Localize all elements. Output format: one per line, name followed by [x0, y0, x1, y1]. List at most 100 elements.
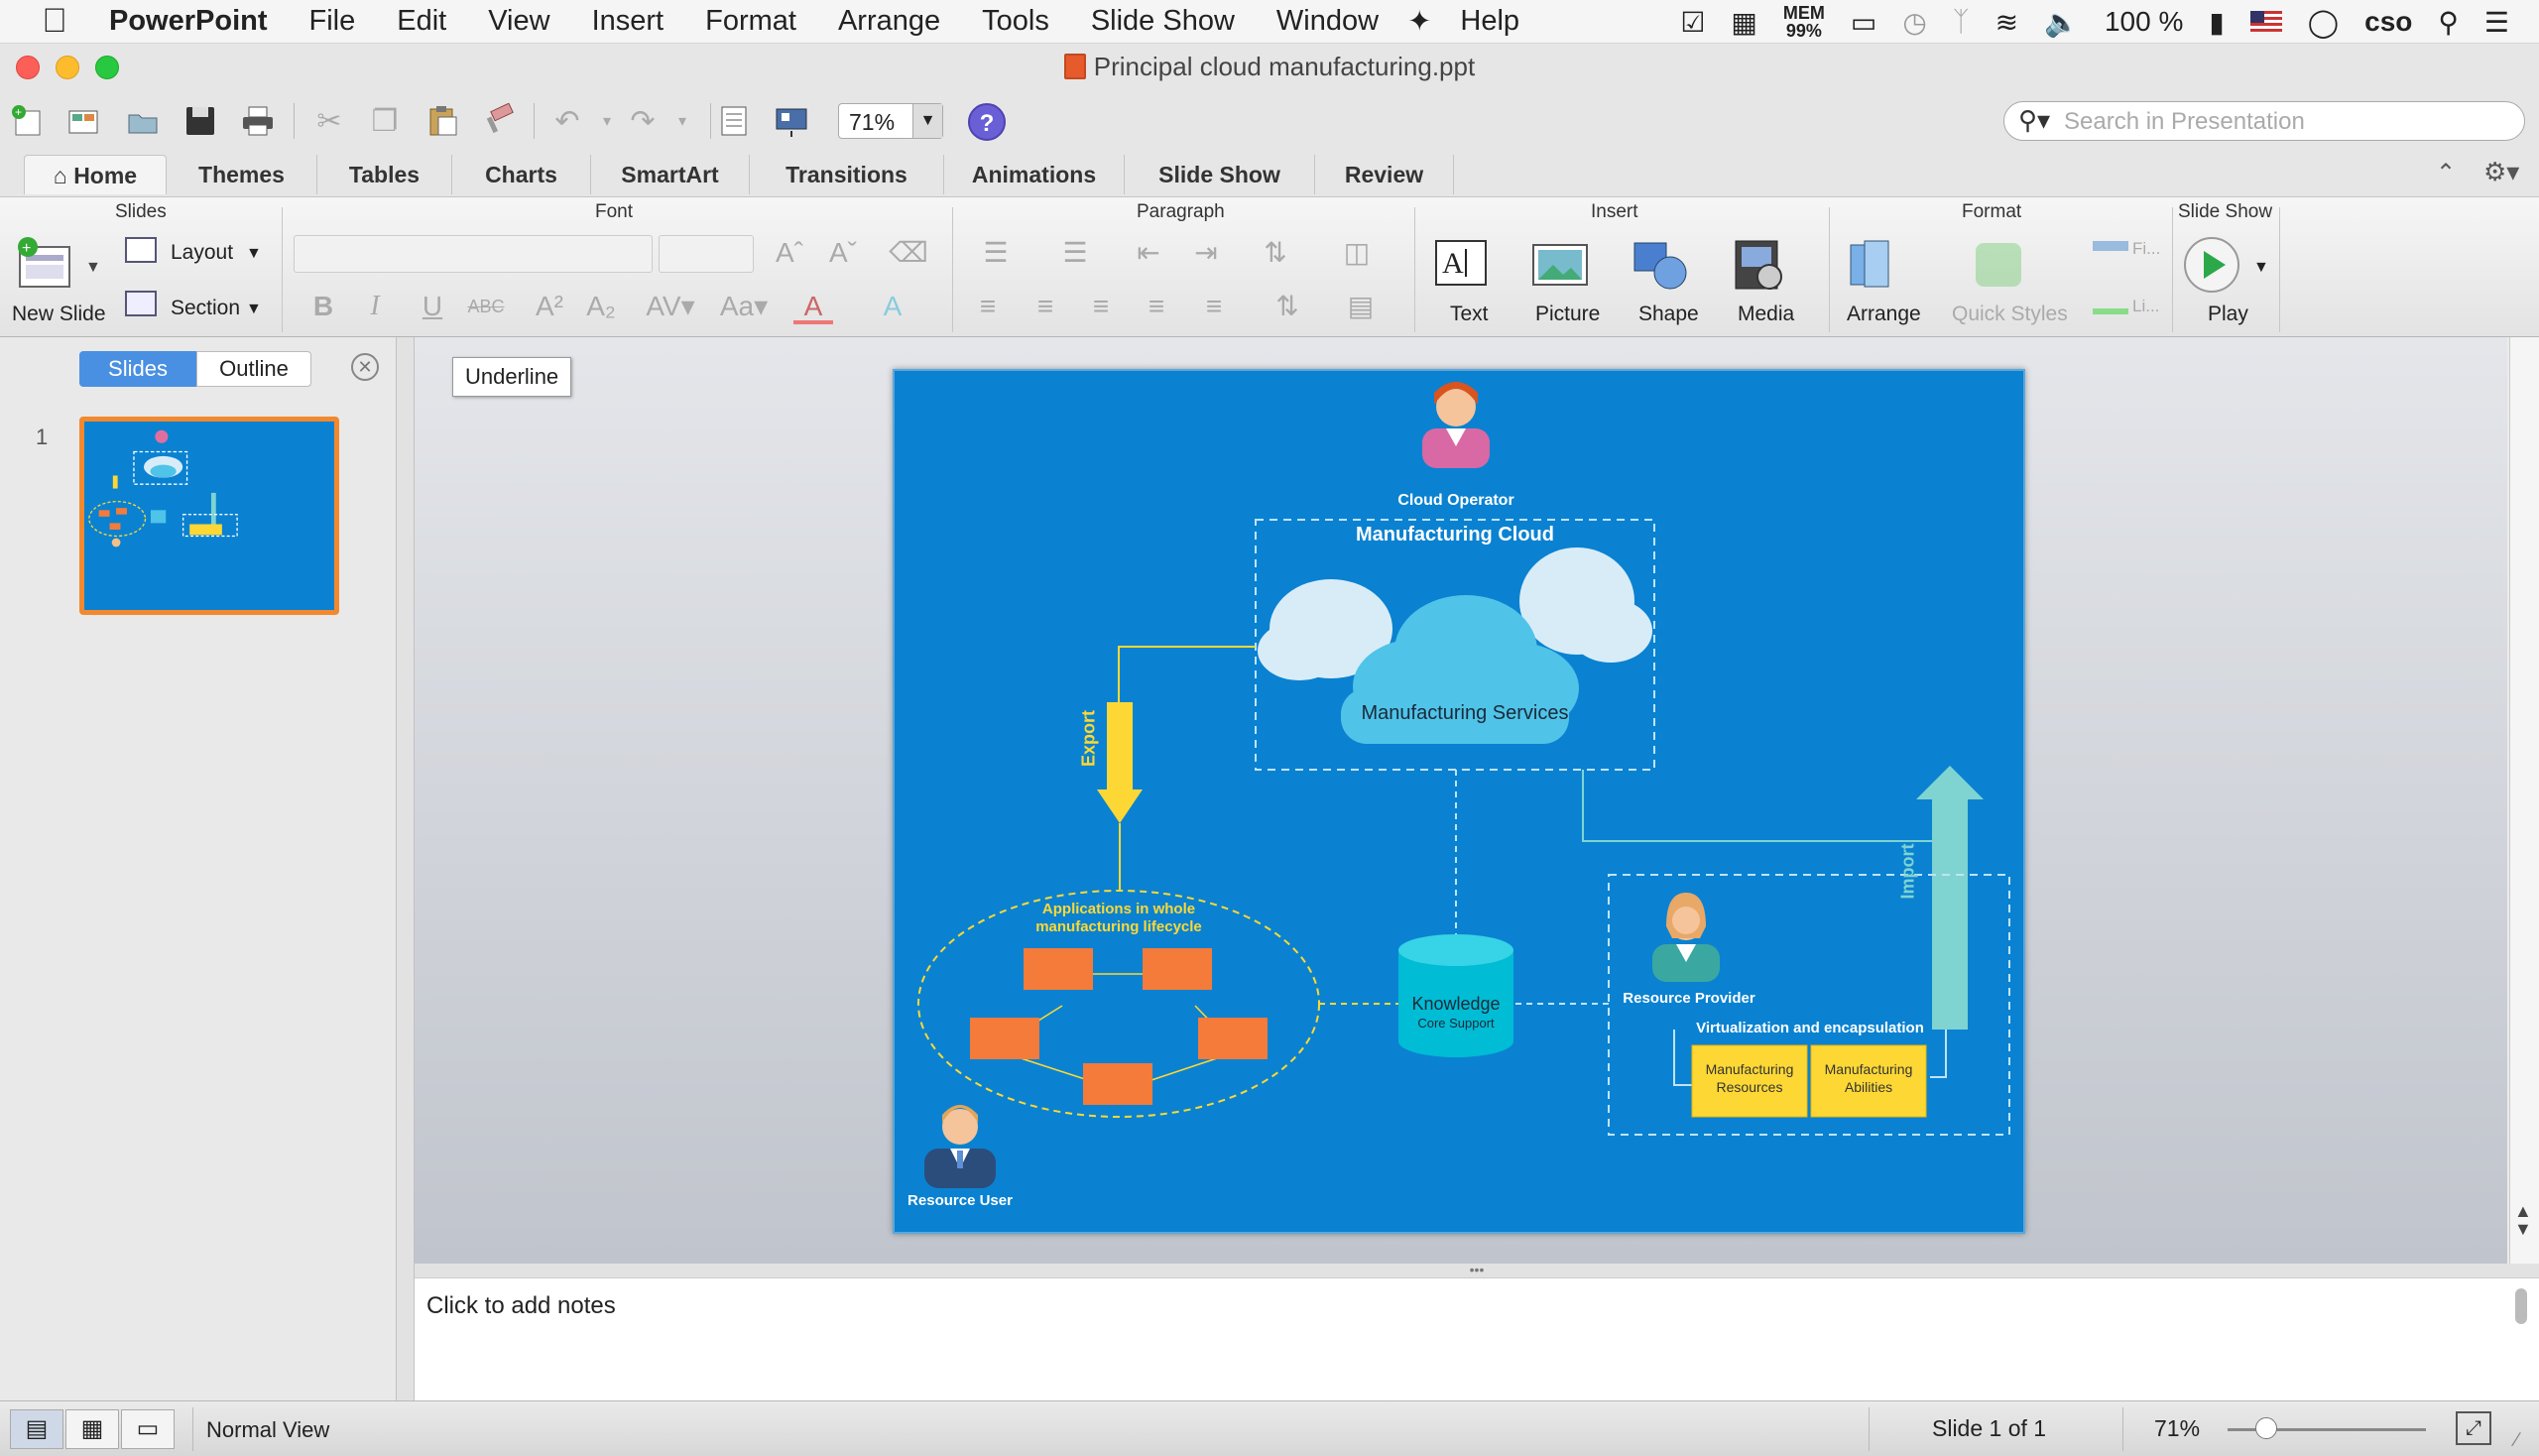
fit-to-window-icon[interactable]: ⤢: [2456, 1411, 2491, 1445]
layout-button[interactable]: Layout: [171, 241, 233, 265]
user-name[interactable]: cso: [2364, 6, 2412, 38]
slide[interactable]: Cloud Operator Manufacturing Cloud Manuf…: [893, 369, 2025, 1234]
notes-scrollbar[interactable]: [2515, 1288, 2527, 1324]
cut-icon[interactable]: ✂: [309, 101, 349, 141]
clear-format-icon[interactable]: ⌫: [889, 235, 928, 271]
menu-help[interactable]: Help: [1439, 5, 1540, 38]
strikethrough-icon[interactable]: ABC: [466, 289, 506, 324]
menu-file[interactable]: File: [289, 5, 377, 38]
insert-media-button[interactable]: Media: [1738, 303, 1794, 326]
menu-format[interactable]: Format: [684, 5, 817, 38]
align-left-icon[interactable]: ≡: [968, 289, 1008, 324]
menu-tools[interactable]: Tools: [961, 5, 1070, 38]
vertical-scrollbar[interactable]: ▲ ▼: [2509, 337, 2539, 1264]
wifi-icon[interactable]: ≋: [1995, 6, 2018, 39]
new-slide-button[interactable]: New Slide: [12, 303, 106, 326]
menu-insert[interactable]: Insert: [571, 5, 685, 38]
tab-smartart[interactable]: SmartArt: [591, 155, 750, 194]
align-center-icon[interactable]: ≡: [1026, 289, 1065, 324]
battery-status[interactable]: 100 %: [2105, 6, 2183, 38]
airplay-icon[interactable]: ▭: [1851, 6, 1876, 39]
text-box-icon[interactable]: A: [1432, 235, 1494, 297]
numbering-icon[interactable]: ☰: [1047, 235, 1103, 271]
superscript-icon[interactable]: A²: [530, 289, 569, 324]
section-button[interactable]: Section: [171, 297, 240, 320]
font-size-select[interactable]: [659, 235, 754, 273]
quick-styles-button[interactable]: Quick Styles: [1952, 303, 2068, 326]
undo-icon[interactable]: ↶: [547, 101, 587, 141]
tab-transitions[interactable]: Transitions: [750, 155, 944, 194]
menu-arrange[interactable]: Arrange: [817, 5, 961, 38]
menu-app-name[interactable]: PowerPoint: [109, 5, 289, 38]
notes-pane[interactable]: Click to add notes: [415, 1277, 2539, 1400]
layout-icon[interactable]: [125, 237, 157, 263]
slideshow-view-icon[interactable]: ▭: [121, 1409, 175, 1449]
pane-splitter[interactable]: [397, 337, 415, 1400]
paste-icon[interactable]: [423, 101, 462, 141]
align-right-icon[interactable]: ≡: [1081, 289, 1121, 324]
play-icon[interactable]: [2182, 235, 2243, 297]
zoom-slider-handle[interactable]: [2255, 1417, 2277, 1439]
task-check-icon[interactable]: ☑: [1680, 6, 1705, 39]
close-pane-icon[interactable]: ✕: [351, 353, 379, 381]
line-icon[interactable]: [2093, 308, 2128, 314]
flag-icon[interactable]: [2249, 11, 2282, 33]
tab-slide-show[interactable]: Slide Show: [1125, 155, 1315, 194]
new-slide-dropdown-icon[interactable]: ▼: [85, 259, 101, 277]
justify-icon[interactable]: ≡: [1137, 289, 1176, 324]
text-direction-icon[interactable]: ⇅: [1260, 289, 1315, 324]
tab-outline[interactable]: Outline: [196, 351, 311, 387]
chevron-down-icon[interactable]: ▼: [246, 245, 262, 263]
help-button[interactable]: ?: [968, 103, 1006, 141]
slideshow-start-icon[interactable]: [772, 101, 811, 141]
new-presentation-icon[interactable]: +: [8, 101, 48, 141]
font-color-icon[interactable]: A: [793, 289, 833, 324]
tab-slides[interactable]: Slides: [79, 351, 196, 387]
resize-grip-icon[interactable]: ∕: [2515, 1429, 2518, 1452]
notification-center-icon[interactable]: ☰: [2484, 6, 2509, 39]
chevron-down-icon[interactable]: ▼: [246, 301, 262, 318]
play-button[interactable]: Play: [2208, 303, 2248, 326]
search-input[interactable]: ⚲▾ Search in Presentation: [2003, 101, 2525, 141]
copy-icon[interactable]: ❐: [365, 101, 405, 141]
shape-icon[interactable]: [1631, 235, 1692, 297]
bold-icon[interactable]: B: [303, 289, 343, 324]
new-slide-icon[interactable]: +: [14, 235, 75, 297]
tab-tables[interactable]: Tables: [317, 155, 452, 194]
undo-dropdown-icon[interactable]: ▾: [587, 101, 627, 141]
menu-slide-show[interactable]: Slide Show: [1070, 5, 1256, 38]
section-icon[interactable]: [125, 291, 157, 316]
slide-sorter-view-icon[interactable]: ▦: [65, 1409, 119, 1449]
arrange-icon[interactable]: [1845, 235, 1906, 297]
redo-dropdown-icon[interactable]: ▾: [663, 101, 702, 141]
columns-icon[interactable]: ◫: [1329, 235, 1385, 271]
slide-sorter-icon[interactable]: [714, 101, 754, 141]
underline-icon[interactable]: U: [413, 289, 452, 324]
play-dropdown-icon[interactable]: ▼: [2253, 259, 2269, 277]
menu-edit[interactable]: Edit: [376, 5, 467, 38]
align-text-icon[interactable]: ▤: [1333, 289, 1389, 324]
tab-home[interactable]: ⌂ Home: [24, 155, 167, 194]
format-painter-icon[interactable]: [480, 101, 520, 141]
collapse-ribbon-icon[interactable]: ⌃: [2436, 159, 2456, 187]
italic-icon[interactable]: I: [355, 289, 395, 324]
script-icon[interactable]: ✦: [1399, 4, 1439, 39]
volume-icon[interactable]: 🔈: [2044, 6, 2079, 39]
save-icon[interactable]: [181, 101, 220, 141]
grid-app-icon[interactable]: ▦: [1731, 6, 1756, 39]
decrease-font-icon[interactable]: Aˇ: [823, 235, 863, 271]
normal-view-icon[interactable]: ▤: [10, 1409, 63, 1449]
ribbon-settings-icon[interactable]: ⚙▾: [2483, 157, 2519, 187]
notes-splitter[interactable]: •••: [415, 1263, 2539, 1277]
tab-themes[interactable]: Themes: [167, 155, 317, 194]
print-icon[interactable]: [238, 101, 278, 141]
insert-shape-button[interactable]: Shape: [1638, 303, 1699, 326]
memory-status[interactable]: MEM 99%: [1783, 4, 1825, 40]
fill-button[interactable]: Fi...: [2132, 239, 2160, 259]
picture-icon[interactable]: [1529, 235, 1591, 297]
open-icon[interactable]: [123, 101, 163, 141]
insert-picture-button[interactable]: Picture: [1535, 303, 1600, 326]
time-machine-icon[interactable]: ◷: [1902, 6, 1926, 39]
redo-icon[interactable]: ↷: [623, 101, 663, 141]
zoom-select[interactable]: 71% ▼: [838, 103, 943, 139]
